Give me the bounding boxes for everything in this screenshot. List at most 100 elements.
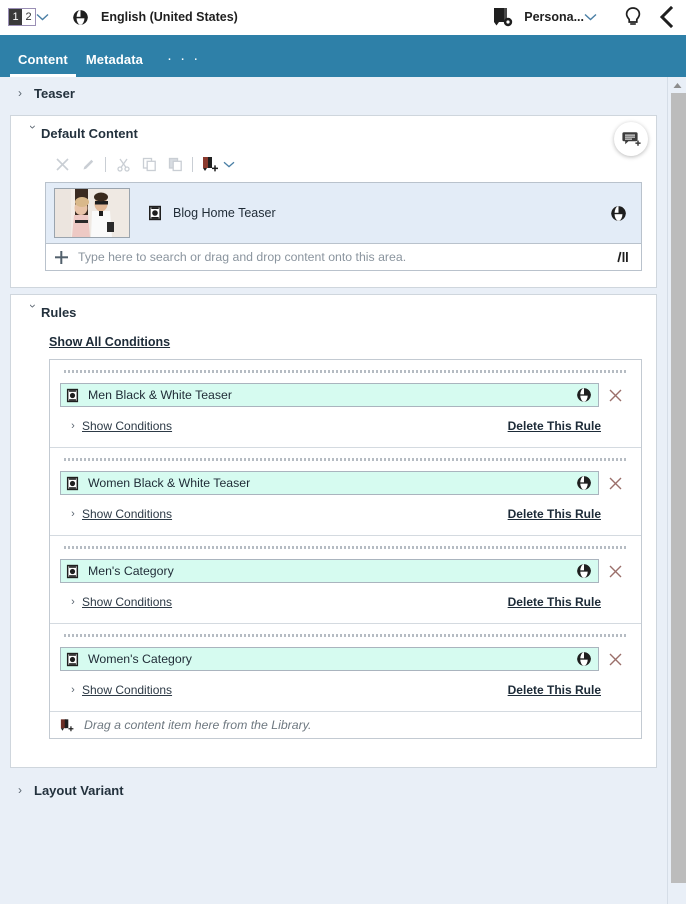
plus-icon[interactable]: [54, 250, 76, 265]
close-icon[interactable]: [599, 564, 631, 579]
chevron-right-icon: ›: [71, 684, 75, 696]
content-search-row[interactable]: [46, 243, 641, 270]
show-conditions-link[interactable]: Show Conditions: [82, 419, 172, 433]
cut-icon[interactable]: [110, 152, 136, 176]
section-teaser-title: Teaser: [34, 85, 75, 101]
show-conditions-link[interactable]: Show Conditions: [82, 507, 172, 521]
rule-content-name: Women Black & White Teaser: [88, 476, 251, 490]
add-comment-button[interactable]: [614, 122, 648, 156]
lightbulb-icon[interactable]: [624, 6, 642, 28]
panel-rules: › Rules Show All Conditions Men Black & …: [10, 294, 657, 768]
rule-drop-indicator[interactable]: [64, 546, 627, 549]
chevron-right-icon: ›: [18, 86, 22, 100]
rule-library-drop-zone[interactable]: Drag a content item here from the Librar…: [50, 712, 641, 738]
show-all-conditions-link[interactable]: Show All Conditions: [49, 335, 170, 349]
language-label: English (United States): [101, 10, 238, 24]
content-column: › Teaser › Default Content Blog Home Tea…: [0, 77, 667, 904]
chevron-right-icon: ›: [71, 420, 75, 432]
paste-icon[interactable]: [162, 152, 188, 176]
remove-icon[interactable]: [49, 152, 75, 176]
persona-label: Persona...: [524, 10, 584, 24]
insert-content-icon[interactable]: [197, 152, 223, 176]
show-all-conditions-wrap: Show All Conditions: [11, 329, 656, 357]
rule-item-row: Men Black & White Teaser: [60, 383, 631, 407]
close-icon[interactable]: [599, 476, 631, 491]
content-toolbar: [11, 150, 656, 178]
edit-pencil-icon[interactable]: [75, 152, 101, 176]
panel-body: › Teaser › Default Content Blog Home Tea…: [0, 77, 686, 904]
delete-rule-link[interactable]: Delete This Rule: [508, 507, 601, 521]
rule-content-item[interactable]: Women's Category: [60, 647, 599, 671]
rules-bottom-spacer: [11, 739, 656, 767]
add-comment-icon: [621, 131, 641, 148]
rule-footer: › Show Conditions Delete This Rule: [60, 683, 631, 697]
rule-drop-indicator[interactable]: [64, 458, 627, 461]
copy-icon[interactable]: [136, 152, 162, 176]
content-item-row[interactable]: Blog Home Teaser: [46, 183, 641, 243]
personalization-panel: 1 2 English (United States) Persona... C…: [0, 0, 686, 904]
rule-content-item[interactable]: Men Black & White Teaser: [60, 383, 599, 407]
tab-bar: Content Metadata · · ·: [0, 35, 686, 77]
section-teaser[interactable]: › Teaser: [0, 77, 667, 109]
rules-header[interactable]: › Rules: [11, 295, 656, 329]
sort-icon[interactable]: [613, 250, 633, 264]
vertical-scrollbar[interactable]: [667, 77, 686, 904]
rule-drop-indicator[interactable]: [64, 370, 627, 373]
content-settings-icon: [493, 7, 515, 27]
globe-icon[interactable]: [576, 387, 592, 403]
content-search-input[interactable]: [78, 250, 613, 264]
rule-drop-indicator[interactable]: [64, 634, 627, 637]
chevron-right-icon: ›: [71, 508, 75, 520]
delete-rule-link[interactable]: Delete This Rule: [508, 419, 601, 433]
default-content-header[interactable]: › Default Content: [11, 116, 656, 150]
rule-content-item[interactable]: Women Black & White Teaser: [60, 471, 599, 495]
version-selector[interactable]: 1 2: [8, 8, 36, 26]
globe-icon[interactable]: [576, 563, 592, 579]
persona-dropdown-caret[interactable]: [584, 13, 606, 21]
rule-item-row: Women Black & White Teaser: [60, 471, 631, 495]
globe-icon[interactable]: [576, 475, 592, 491]
rule-row: Women Black & White Teaser › Show Condit…: [50, 448, 641, 536]
close-icon[interactable]: [599, 388, 631, 403]
version-option-2[interactable]: 2: [22, 9, 35, 25]
content-item-icon: [66, 652, 79, 667]
drop-zone-label: Drag a content item here from the Librar…: [84, 718, 312, 732]
version-dropdown-caret[interactable]: [36, 13, 58, 21]
rules-title: Rules: [41, 304, 77, 320]
section-layout-variant[interactable]: › Layout Variant: [0, 774, 667, 806]
delete-rule-link[interactable]: Delete This Rule: [508, 683, 601, 697]
show-conditions-link[interactable]: Show Conditions: [82, 595, 172, 609]
scrollbar-thumb[interactable]: [671, 93, 686, 883]
tab-overflow-menu[interactable]: · · ·: [167, 50, 200, 77]
rule-row: Men's Category › Show Conditions Delete …: [50, 536, 641, 624]
rule-footer: › Show Conditions Delete This Rule: [60, 595, 631, 609]
rules-list: Men Black & White Teaser › Show Conditio…: [49, 359, 642, 739]
tab-metadata[interactable]: Metadata: [86, 52, 143, 77]
rule-item-row: Men's Category: [60, 559, 631, 583]
persona-selector[interactable]: Persona...: [493, 7, 606, 27]
rule-footer: › Show Conditions Delete This Rule: [60, 507, 631, 521]
rule-footer: › Show Conditions Delete This Rule: [60, 419, 631, 433]
rule-row: Women's Category › Show Conditions Delet…: [50, 624, 641, 712]
content-item-title: Blog Home Teaser: [173, 206, 276, 220]
content-item-icon: [66, 476, 79, 491]
chevron-right-icon: ›: [71, 596, 75, 608]
rule-content-item[interactable]: Men's Category: [60, 559, 599, 583]
panel-default-content: › Default Content Blog Home Teaser Type …: [10, 115, 657, 288]
globe-icon[interactable]: [610, 205, 627, 222]
tab-content[interactable]: Content: [10, 52, 76, 77]
delete-rule-link[interactable]: Delete This Rule: [508, 595, 601, 609]
triangle-up-icon: [673, 82, 682, 89]
top-bar-right: Persona...: [493, 6, 686, 28]
rule-content-name: Women's Category: [88, 652, 192, 666]
scroll-up-button[interactable]: [668, 77, 686, 93]
globe-icon[interactable]: [576, 651, 592, 667]
close-icon[interactable]: [599, 652, 631, 667]
rule-content-name: Men Black & White Teaser: [88, 388, 232, 402]
back-chevron-icon[interactable]: [658, 6, 674, 28]
show-conditions-link[interactable]: Show Conditions: [82, 683, 172, 697]
rule-row: Men Black & White Teaser › Show Conditio…: [50, 360, 641, 448]
version-option-1[interactable]: 1: [9, 9, 22, 25]
toolbar-dropdown-caret[interactable]: [223, 161, 243, 168]
language-selector[interactable]: English (United States): [72, 9, 238, 26]
